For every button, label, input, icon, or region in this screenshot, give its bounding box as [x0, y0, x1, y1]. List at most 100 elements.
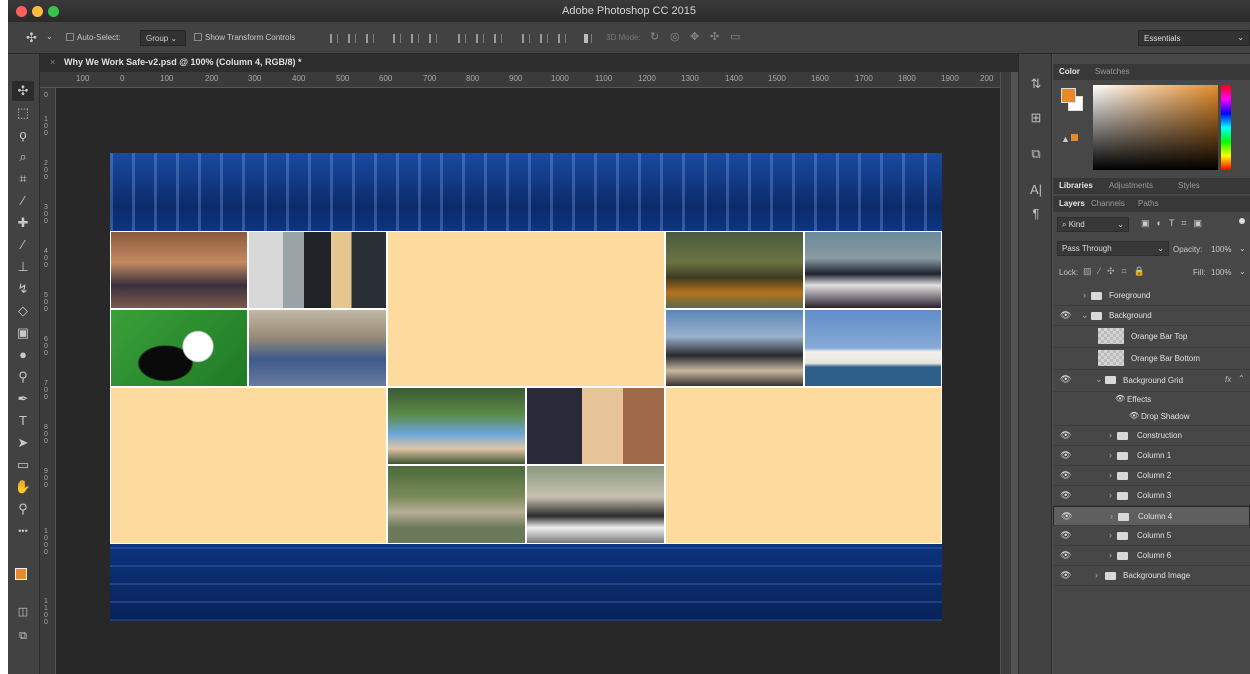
tab-channels[interactable]: Channels — [1091, 199, 1125, 208]
actions-panel-icon[interactable]: ⧉ — [1027, 146, 1045, 164]
layer-row-orange-bar-top[interactable]: Orange Bar Top — [1053, 326, 1250, 348]
align-vcenter-icon[interactable] — [348, 34, 356, 43]
artwork[interactable] — [110, 153, 942, 621]
eye-icon[interactable]: 👁 — [1060, 310, 1074, 321]
3d-slide-icon[interactable]: ✣ — [710, 30, 719, 43]
chevron-down-icon[interactable]: ⌄ — [1239, 244, 1246, 253]
properties-panel-icon[interactable]: ⊞ — [1027, 110, 1045, 128]
layer-row-background-grid[interactable]: 👁 ⌄ Background Grid fx ⌃ — [1053, 370, 1250, 392]
tab-styles[interactable]: Styles — [1178, 181, 1200, 190]
more-tools-icon[interactable]: ••• — [12, 521, 34, 541]
layer-row-column-4[interactable]: 👁 › Column 4 — [1053, 506, 1250, 526]
layer-row-column-2[interactable]: 👁 › Column 2 — [1053, 466, 1250, 486]
eye-icon[interactable]: 👁 — [1129, 411, 1139, 420]
vertical-ruler[interactable]: 0 100 200 300 400 500 600 700 800 900 10… — [40, 88, 56, 674]
tab-color[interactable]: Color — [1059, 67, 1080, 76]
layer-row-background[interactable]: 👁 ⌄ Background — [1053, 306, 1250, 326]
eye-icon[interactable]: 👁 — [1060, 430, 1074, 441]
layer-row-drop-shadow[interactable]: 👁 Drop Shadow — [1053, 408, 1250, 426]
layer-row-construction[interactable]: 👁 › Construction — [1053, 426, 1250, 446]
3d-pan-icon[interactable]: ✥ — [690, 30, 699, 43]
chevron-right-icon[interactable]: › — [1109, 430, 1112, 440]
canvas-scrollbar[interactable] — [1001, 72, 1011, 674]
layer-row-effects[interactable]: 👁 Effects — [1053, 392, 1250, 408]
3d-roll-icon[interactable]: ◎ — [670, 30, 680, 43]
character-panel-icon[interactable]: A| — [1027, 182, 1045, 200]
transform-controls-checkbox[interactable]: Show Transform Controls — [194, 33, 295, 42]
stamp-icon[interactable]: ⊥ — [12, 257, 34, 277]
auto-select-checkbox[interactable]: Auto-Select: — [66, 33, 121, 42]
layer-filter-kind[interactable]: ⌕ Kind ⌄ — [1057, 217, 1129, 232]
chevron-down-icon[interactable]: ⌄ — [1095, 374, 1103, 385]
filter-toggle-icon[interactable] — [1239, 218, 1245, 224]
crop-icon[interactable]: ⌗ — [12, 169, 34, 189]
fx-badge[interactable]: fx — [1225, 375, 1231, 384]
layer-row-column-3[interactable]: 👁 › Column 3 — [1053, 486, 1250, 506]
layer-row-column-6[interactable]: 👁 › Column 6 — [1053, 546, 1250, 566]
layer-row-column-1[interactable]: 👁 › Column 1 — [1053, 446, 1250, 466]
chevron-right-icon[interactable]: › — [1109, 530, 1112, 540]
eye-icon[interactable]: 👁 — [1060, 550, 1074, 561]
layer-row-column-5[interactable]: 👁 › Column 5 — [1053, 526, 1250, 546]
healing-brush-icon[interactable]: ✚ — [12, 213, 34, 233]
eyedropper-icon[interactable]: ⁄ — [12, 191, 34, 211]
layer-row-background-image[interactable]: 👁 › Background Image — [1053, 566, 1250, 586]
eraser-icon[interactable]: ◇ — [12, 301, 34, 321]
eye-icon[interactable]: 👁 — [1061, 511, 1075, 522]
chevron-right-icon[interactable]: › — [1110, 511, 1113, 521]
3d-orbit-icon[interactable]: ↻ — [650, 30, 659, 43]
hue-slider[interactable] — [1221, 85, 1231, 170]
layer-row-orange-bar-bottom[interactable]: Orange Bar Bottom — [1053, 348, 1250, 370]
screen-mode-icon[interactable]: ⧉ — [12, 626, 34, 646]
brush-icon[interactable]: ∕ — [12, 235, 34, 255]
move-icon[interactable]: ✣ — [12, 81, 34, 101]
align-top-icon[interactable] — [330, 34, 338, 43]
pen-icon[interactable]: ✒ — [12, 389, 34, 409]
chevron-right-icon[interactable]: › — [1095, 570, 1098, 580]
gradient-icon[interactable]: ▣ — [12, 323, 34, 343]
auto-select-dropdown[interactable]: Group ⌄ — [140, 30, 186, 46]
chevron-right-icon[interactable]: › — [1109, 450, 1112, 460]
align-hcenter-icon[interactable] — [411, 34, 419, 43]
foreground-color-chip[interactable] — [1061, 88, 1076, 103]
gamut-color-chip[interactable] — [1071, 134, 1078, 141]
eye-icon[interactable]: 👁 — [1060, 570, 1074, 581]
tab-swatches[interactable]: Swatches — [1095, 67, 1130, 76]
quick-select-icon[interactable]: ⌕ — [12, 147, 34, 167]
chevron-down-icon[interactable]: ⌄ — [46, 32, 53, 41]
distribute-right-icon[interactable] — [558, 34, 566, 43]
opacity-value[interactable]: 100% — [1211, 245, 1231, 254]
distribute-hcenter-icon[interactable] — [540, 34, 548, 43]
lock-icons[interactable]: ▨⁄✣⌗🔒 — [1083, 266, 1152, 277]
3d-scale-icon[interactable]: ▭ — [730, 30, 740, 43]
align-bottom-icon[interactable] — [366, 34, 374, 43]
tab-libraries[interactable]: Libraries — [1059, 181, 1093, 190]
move-tool-preset-icon[interactable]: ✣ — [26, 30, 37, 46]
distribute-left-icon[interactable] — [522, 34, 530, 43]
horizontal-ruler[interactable]: 100 0 100 200 300 400 500 600 700 800 90… — [40, 72, 1000, 88]
eye-icon[interactable]: 👁 — [1060, 530, 1074, 541]
tab-adjustments[interactable]: Adjustments — [1109, 181, 1153, 190]
distribute-vcenter-icon[interactable] — [476, 34, 484, 43]
chevron-right-icon[interactable]: › — [1109, 470, 1112, 480]
distribute-bottom-icon[interactable] — [494, 34, 502, 43]
chevron-up-icon[interactable]: ⌃ — [1238, 374, 1245, 383]
dodge-icon[interactable]: ⚲ — [12, 367, 34, 387]
hand-icon[interactable]: ✋ — [12, 477, 34, 497]
eye-icon[interactable]: 👁 — [1060, 470, 1074, 481]
chevron-right-icon[interactable]: › — [1109, 490, 1112, 500]
chevron-down-icon[interactable]: ⌄ — [1239, 267, 1246, 276]
lasso-icon[interactable]: ϙ — [12, 125, 34, 145]
color-picker-field[interactable] — [1093, 85, 1218, 170]
zoom-icon[interactable]: ⚲ — [12, 499, 34, 519]
path-select-icon[interactable]: ➤ — [12, 433, 34, 453]
chevron-down-icon[interactable]: ⌄ — [1081, 310, 1089, 321]
distribute-top-icon[interactable] — [458, 34, 466, 43]
layer-row-foreground[interactable]: › Foreground — [1053, 286, 1250, 306]
eye-icon[interactable]: 👁 — [1115, 394, 1125, 403]
paragraph-panel-icon[interactable]: ¶ — [1027, 206, 1045, 224]
auto-align-icon[interactable] — [584, 34, 592, 43]
workspace-switcher[interactable]: Essentials ⌄ — [1138, 30, 1250, 46]
foreground-color-swatch[interactable] — [15, 568, 27, 580]
fill-value[interactable]: 100% — [1211, 268, 1231, 277]
